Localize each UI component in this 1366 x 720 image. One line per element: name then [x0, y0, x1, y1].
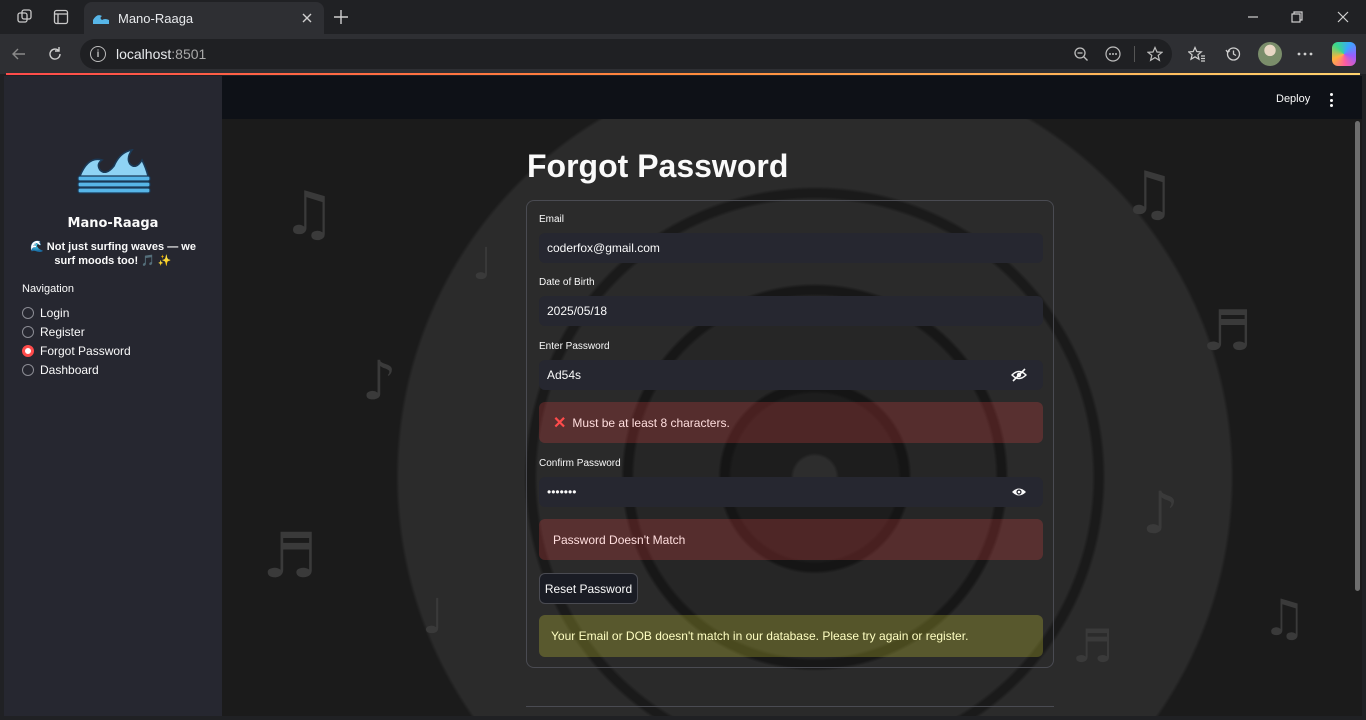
forgot-password-form: Email coderfox@gmail.com Date of Birth 2… [526, 200, 1054, 668]
history-icon[interactable] [1222, 43, 1244, 65]
hide-password-icon[interactable] [1011, 368, 1027, 382]
confirm-password-field[interactable]: ••••••• [539, 477, 1043, 507]
page-title: Forgot Password [527, 148, 789, 184]
main-menu-icon[interactable] [1325, 93, 1337, 107]
music-note-decoration: ♫ [282, 179, 336, 249]
sidebar-tagline: 🌊 Not just surfing waves — we surf moods… [30, 241, 196, 267]
copilot-icon[interactable] [1332, 42, 1356, 66]
browser-address-bar: i localhost:8501 [0, 34, 1366, 74]
confirm-password-value: ••••••• [547, 485, 577, 499]
show-password-icon[interactable] [1011, 485, 1027, 499]
music-note-decoration: ♫ [1262, 589, 1307, 647]
zoom-out-icon[interactable] [1070, 43, 1092, 65]
back-icon[interactable] [8, 43, 30, 65]
nav-radio-register[interactable]: Register [22, 325, 85, 339]
reset-password-button[interactable]: Reset Password [539, 573, 638, 604]
more-options-icon[interactable] [1102, 43, 1124, 65]
music-note-decoration: ♩ [422, 589, 445, 645]
app-top-accent-bar [6, 73, 1360, 75]
password-label: Enter Password [539, 341, 610, 352]
navigation-title: Navigation [22, 283, 74, 295]
close-window-icon[interactable] [1332, 6, 1354, 28]
dob-field[interactable]: 2025/05/18 [539, 296, 1043, 326]
profile-avatar[interactable] [1258, 42, 1282, 66]
music-note-decoration: ♬ [1202, 299, 1253, 364]
favorites-icon[interactable] [1186, 43, 1208, 65]
workspaces-icon[interactable] [14, 6, 36, 28]
password-length-error: ✕ Must be at least 8 characters. [539, 402, 1043, 443]
warning-text: Your Email or DOB doesn't match in our d… [551, 629, 969, 643]
tab-title: Mano-Raaga [118, 10, 194, 26]
site-info-icon[interactable]: i [90, 46, 106, 62]
streamlit-app: Mano-Raaga 🌊 Not just surfing waves — we… [4, 76, 1362, 716]
music-note-decoration: ♬ [262, 519, 318, 592]
minimize-icon[interactable] [1242, 6, 1264, 28]
password-error-text: Must be at least 8 characters. [572, 415, 730, 430]
confirm-password-label: Confirm Password [539, 458, 621, 469]
form-divider [526, 706, 1054, 707]
sidebar-app-name: Mano-Raaga [67, 216, 159, 231]
email-label: Email [539, 214, 565, 225]
deploy-button[interactable]: Deploy [1276, 93, 1310, 105]
nav-radio-login[interactable]: Login [22, 306, 69, 320]
nav-radio-label: Register [40, 325, 85, 339]
wave-favicon-icon [93, 15, 109, 24]
scrollbar[interactable] [1355, 121, 1360, 591]
dob-label: Date of Birth [539, 277, 595, 288]
music-note-decoration: ♬ [1072, 619, 1114, 673]
sidebar: Mano-Raaga 🌊 Not just surfing waves — we… [4, 76, 222, 716]
radio-circle[interactable] [22, 307, 34, 319]
favorite-star-icon[interactable] [1144, 43, 1166, 65]
music-note-decoration: ♩ [472, 239, 493, 290]
mismatch-warning: Your Email or DOB doesn't match in our d… [539, 615, 1043, 657]
password-mismatch-error: Password Doesn't Match [539, 519, 1043, 560]
new-tab-icon[interactable] [330, 6, 352, 28]
radio-circle[interactable] [22, 326, 34, 338]
close-tab-icon[interactable] [296, 7, 318, 29]
email-field[interactable]: coderfox@gmail.com [539, 233, 1043, 263]
restore-icon[interactable] [1286, 6, 1308, 28]
main-content: Deploy ♫ ♪ ♬ ♩ ♫ ♬ ♪ ♫ ♩ ♬ Forgot Passwo… [222, 76, 1362, 716]
browser-tab-bar: Mano-Raaga [0, 0, 1366, 34]
music-note-decoration: ♪ [362, 349, 397, 412]
nav-radio-label: Forgot Password [40, 344, 131, 358]
radio-circle[interactable] [22, 364, 34, 376]
music-note-decoration: ♫ [1122, 159, 1176, 229]
url-bar[interactable]: i localhost:8501 [80, 39, 1172, 69]
nav-radio-label: Login [40, 306, 70, 320]
password-value: Ad54s [547, 368, 582, 382]
tab-actions-icon[interactable] [50, 6, 72, 28]
wave-logo-icon [77, 148, 151, 194]
app-header: Deploy [222, 76, 1362, 119]
nav-radio-dashboard[interactable]: Dashboard [22, 363, 99, 377]
url-bar-divider [1134, 46, 1135, 62]
refresh-icon[interactable] [44, 43, 66, 65]
music-note-decoration: ♪ [1142, 479, 1180, 547]
mismatch-error-text: Password Doesn't Match [553, 532, 686, 547]
radio-circle-selected[interactable] [22, 345, 34, 357]
error-x-icon: ✕ [553, 414, 567, 432]
settings-more-icon[interactable] [1294, 43, 1316, 65]
password-field[interactable]: Ad54s [539, 360, 1043, 390]
nav-radio-label: Dashboard [40, 363, 99, 377]
tab-mano-raaga[interactable]: Mano-Raaga [84, 2, 324, 34]
url-text: localhost:8501 [116, 46, 207, 62]
nav-radio-forgot-password[interactable]: Forgot Password [22, 344, 131, 358]
